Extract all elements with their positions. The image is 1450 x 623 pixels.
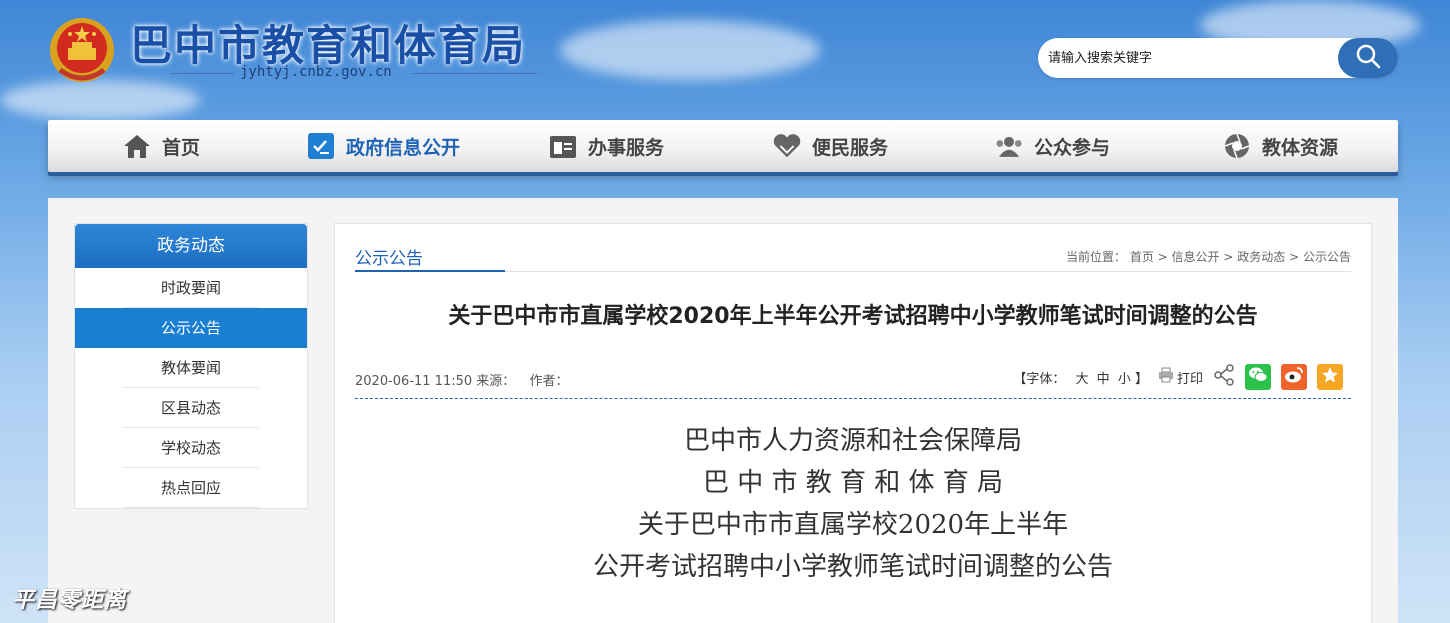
nav-item-label: 首页: [162, 136, 201, 159]
article-panel: 公示公告 当前位置： 首页 > 信息公开 > 政务动态 > 公示公告 关于巴中市…: [334, 223, 1372, 623]
wechat-share-button[interactable]: [1245, 364, 1271, 390]
national-emblem-icon: [46, 14, 118, 86]
sidebar-item-hot-topics[interactable]: 热点回应: [75, 468, 307, 508]
article-tools: 【字体： 大 中 小 】 打印: [1013, 364, 1343, 390]
body-line: 巴 中 市 教 育 和 体 育 局: [702, 468, 1004, 498]
heart-hands-icon: [772, 131, 802, 161]
printer-icon: [1158, 367, 1174, 387]
font-size-medium[interactable]: 中: [1097, 372, 1110, 387]
nav-item-public-services[interactable]: 便民服务: [772, 120, 888, 172]
nav-item-label: 便民服务: [812, 136, 889, 159]
body-line: 公开考试招聘中小学教师笔试时间调整的公告: [592, 552, 1113, 582]
star-icon: [1321, 366, 1339, 388]
site-domain: jyhtyj.cnbz.gov.cn: [240, 64, 392, 80]
content-tab[interactable]: 公示公告: [355, 244, 423, 269]
font-size-large[interactable]: 大: [1076, 372, 1089, 387]
nav-item-label: 政府信息公开: [346, 136, 461, 159]
breadcrumb-prefix: 当前位置：: [1065, 250, 1126, 264]
breadcrumb-item[interactable]: 信息公开: [1172, 250, 1220, 264]
sidebar-item-school-news[interactable]: 学校动态: [75, 428, 307, 468]
nav-item-participation[interactable]: 公众参与: [994, 120, 1110, 172]
source-label: 来源：: [476, 374, 516, 389]
sidebar-item-current-affairs[interactable]: 时政要闻: [75, 268, 307, 308]
breadcrumb: 当前位置： 首页 > 信息公开 > 政务动态 > 公示公告: [1066, 248, 1351, 265]
breadcrumb-separator: >: [1289, 250, 1303, 264]
search-button[interactable]: [1338, 38, 1398, 78]
watermark: 平昌零距离: [12, 588, 128, 613]
cloud-decoration: [560, 20, 820, 80]
nav-item-gov-info[interactable]: 政府信息公开: [306, 120, 460, 172]
breadcrumb-item[interactable]: 政务动态: [1237, 250, 1285, 264]
print-button[interactable]: 打印: [1158, 367, 1203, 387]
sidebar-item-county-news[interactable]: 区县动态: [75, 388, 307, 428]
nav-item-services[interactable]: 办事服务: [548, 120, 664, 172]
sidebar-item-announcements[interactable]: 公示公告: [75, 308, 307, 348]
users-icon: [994, 131, 1024, 161]
divider: [355, 398, 1351, 399]
search-input[interactable]: [1048, 46, 1328, 70]
body-line: 关于巴中市市直属学校2020年上半年: [637, 510, 1069, 540]
breadcrumb-item[interactable]: 公示公告: [1303, 250, 1351, 264]
main-nav: 首页 政府信息公开 办事服务 便民服务 公众参与 教体资源: [48, 120, 1398, 172]
nav-item-label: 公众参与: [1034, 136, 1111, 159]
breadcrumb-item[interactable]: 首页: [1130, 250, 1154, 264]
folder-icon: [548, 131, 578, 161]
search-box: [1038, 38, 1398, 78]
weibo-icon: [1284, 366, 1304, 388]
print-label: 打印: [1176, 371, 1203, 387]
doc-check-icon: [306, 131, 336, 161]
font-size-small[interactable]: 小: [1118, 372, 1131, 387]
author-label: 作者：: [529, 374, 569, 389]
sidebar-item-edu-news[interactable]: 教体要闻: [75, 348, 307, 388]
body-line: 巴中市人力资源和社会保障局: [683, 426, 1022, 456]
sidebar-heading: 政务动态: [75, 224, 307, 268]
nav-item-home[interactable]: 首页: [122, 120, 200, 172]
home-icon: [122, 131, 152, 161]
font-size-close: 】: [1134, 371, 1148, 387]
nav-item-resources[interactable]: 教体资源: [1222, 120, 1338, 172]
font-size-label: 【字体：: [1013, 371, 1066, 387]
weibo-share-button[interactable]: [1281, 364, 1307, 390]
favorite-button[interactable]: [1317, 364, 1343, 390]
nav-item-label: 教体资源: [1262, 136, 1339, 159]
breadcrumb-separator: >: [1223, 250, 1238, 264]
sidebar: 政务动态 时政要闻 公示公告 教体要闻 区县动态 学校动态 热点回应: [74, 223, 308, 509]
search-icon: [1355, 43, 1381, 73]
breadcrumb-separator: >: [1157, 250, 1172, 264]
share-icon[interactable]: [1213, 364, 1235, 390]
wechat-icon: [1248, 366, 1268, 388]
article-meta: 2020-06-11 11:50 来源： 作者：: [355, 370, 568, 389]
divider: [170, 73, 234, 74]
nav-item-label: 办事服务: [588, 136, 665, 159]
divider: [412, 73, 537, 74]
article-title: 关于巴中市市直属学校2020年上半年公开考试招聘中小学教师笔试时间调整的公告: [448, 304, 1258, 329]
publish-date: 2020-06-11 11:50: [355, 374, 473, 389]
aperture-icon: [1222, 131, 1252, 161]
tab-underline: [355, 270, 505, 272]
font-size-control: 【字体： 大 中 小 】: [1013, 368, 1148, 387]
